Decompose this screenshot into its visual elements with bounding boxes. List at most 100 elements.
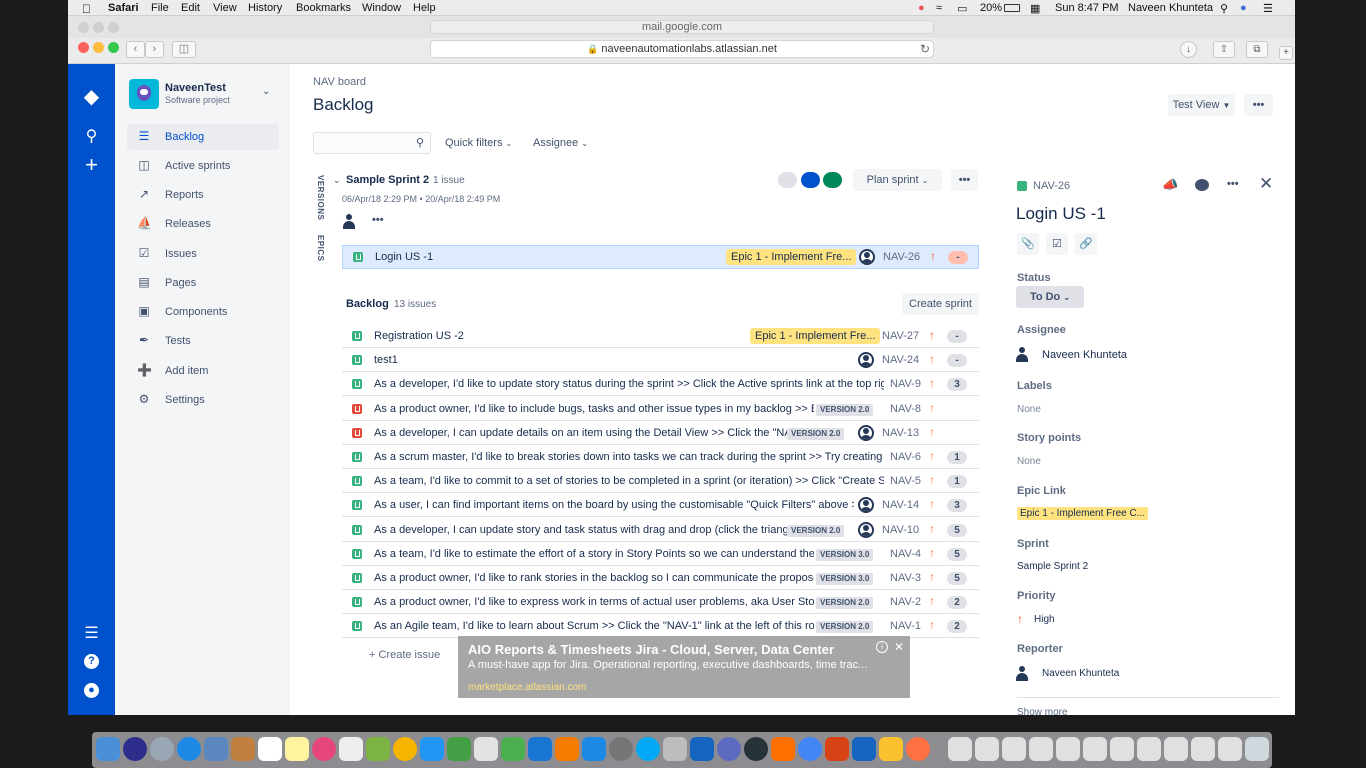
skype-icon[interactable] [636, 737, 660, 761]
sprint-value[interactable]: Sample Sprint 2 [1017, 561, 1088, 572]
detail-title[interactable]: Login US -1 [1016, 204, 1106, 224]
window-zoom-icon[interactable] [108, 42, 119, 53]
backlog-issue-row[interactable]: As a team, I'd like to commit to a set o… [342, 470, 979, 494]
chrome-icon[interactable] [798, 737, 822, 761]
finder-icon[interactable] [96, 737, 120, 761]
reminders-icon[interactable] [339, 737, 363, 761]
project-name[interactable]: NaveenTest [165, 82, 226, 94]
battery-percent[interactable]: 20% [980, 2, 1002, 14]
menu-history[interactable]: History [248, 2, 282, 14]
window-close-icon[interactable] [78, 42, 89, 53]
siri-icon[interactable] [123, 737, 147, 761]
watch-eye-icon[interactable] [1195, 179, 1209, 191]
url-bar[interactable]: 🔒 naveenautomationlabs.atlassian.net [430, 40, 934, 58]
sprint-assignee-avatar[interactable] [343, 213, 360, 230]
quick-filters-button[interactable]: Quick filters ⌄ [445, 137, 512, 149]
backlog-issue-row[interactable]: As a developer, I can update story and t… [342, 518, 979, 542]
books-icon[interactable] [555, 737, 579, 761]
profile-icon[interactable]: ● [68, 682, 115, 698]
apple-icon[interactable]:  [82, 2, 91, 16]
pages-icon[interactable] [474, 737, 498, 761]
notes-icon[interactable] [285, 737, 309, 761]
collapse-sprint-icon[interactable]: ⌄ [333, 175, 341, 186]
detail-issue-key[interactable]: NAV-26 [1033, 180, 1070, 192]
sidebar-item-reports[interactable]: ↗ Reports [127, 182, 279, 208]
version-lozenge[interactable]: VERSION 3.0 [816, 573, 874, 585]
forward-icon[interactable]: › [145, 41, 164, 58]
spotlight-icon[interactable]: ⚲ [1220, 2, 1228, 15]
ad-close-icon[interactable]: ✕ [894, 640, 904, 654]
downloads-icon[interactable]: ↓ [1180, 41, 1197, 58]
reload-icon[interactable]: ↻ [920, 42, 930, 56]
eclipse-icon[interactable] [744, 737, 768, 761]
issue-key[interactable]: NAV-10 [882, 524, 919, 536]
photos-icon[interactable] [393, 737, 417, 761]
backlog-issue-row[interactable]: As a developer, I'd like to update story… [342, 373, 979, 397]
create-sprint-button[interactable]: Create sprint [902, 293, 979, 315]
labels-value[interactable]: None [1017, 404, 1041, 415]
document-icon[interactable] [1164, 737, 1188, 761]
document-icon[interactable] [1110, 737, 1134, 761]
facetime-icon[interactable] [447, 737, 471, 761]
issue-key[interactable]: NAV-3 [890, 572, 921, 584]
ad-info-icon[interactable]: i [876, 641, 888, 653]
version-lozenge[interactable]: VERSION 2.0 [787, 524, 845, 537]
create-issue-button[interactable]: + Create issue [369, 649, 440, 661]
backlog-issue-row[interactable]: As a team, I'd like to estimate the effo… [342, 542, 979, 566]
backlog-issue-row[interactable]: As an Agile team, I'd like to learn abou… [342, 615, 979, 639]
project-avatar[interactable] [129, 79, 159, 109]
music-icon[interactable] [312, 737, 336, 761]
issue-key[interactable]: NAV-6 [890, 451, 921, 463]
tab-epics[interactable]: EPICS [316, 235, 325, 262]
app-store-icon[interactable] [582, 737, 606, 761]
flag-icon[interactable]: ▦ [1030, 2, 1040, 15]
version-lozenge[interactable]: VERSION 2.0 [787, 427, 845, 440]
issue-key[interactable]: NAV-2 [890, 596, 921, 608]
search-field[interactable] [318, 136, 406, 150]
assignee-filter-button[interactable]: Assignee ⌄ [533, 137, 588, 149]
backlog-issue-row[interactable]: As a developer, I can update details on … [342, 421, 979, 445]
issue-key[interactable]: NAV-26 [883, 251, 920, 263]
menu-icon[interactable]: ☰ [68, 623, 115, 643]
issue-key[interactable]: NAV-8 [890, 403, 921, 415]
backlog-issue-row[interactable]: test1 NAV-24 ↑ - [342, 349, 979, 373]
breadcrumb[interactable]: NAV board [313, 76, 366, 88]
messages-icon[interactable] [420, 737, 444, 761]
word-icon[interactable] [852, 737, 876, 761]
sidebar-item-issues[interactable]: ☑ Issues [127, 241, 279, 267]
launchpad-icon[interactable] [150, 737, 174, 761]
epic-link-lozenge[interactable]: Epic 1 - Implement Free C... [1017, 507, 1149, 520]
view-button[interactable]: Test View ▼ [1168, 94, 1235, 116]
issue-key[interactable]: NAV-1 [890, 620, 921, 632]
menu-safari[interactable]: Safari [108, 2, 139, 14]
reporter-value[interactable]: Naveen Khunteta [1042, 668, 1119, 679]
sprint-more-icon[interactable]: ••• [372, 214, 384, 226]
issue-key[interactable]: NAV-9 [890, 378, 921, 390]
tabs-icon[interactable]: ⧉ [1246, 41, 1268, 58]
header-more-button[interactable]: ••• [1244, 94, 1273, 116]
sidebar-item-pages[interactable]: ▤ Pages [127, 270, 279, 296]
sidebar-item-settings[interactable]: ⚙ Settings [127, 387, 279, 413]
detail-more-icon[interactable]: ••• [1227, 178, 1239, 190]
airplay-icon[interactable]: ▭ [957, 2, 967, 15]
issue-key[interactable]: NAV-14 [882, 499, 919, 511]
create-icon[interactable]: + [68, 152, 115, 178]
assignee-value[interactable]: Naveen Khunteta [1042, 349, 1127, 361]
version-lozenge[interactable]: VERSION 2.0 [816, 597, 874, 610]
document-icon[interactable] [1218, 737, 1242, 761]
outlook-icon[interactable] [690, 737, 714, 761]
sidebar-toggle-icon[interactable]: ◫ [172, 41, 196, 58]
ad-title[interactable]: AIO Reports & Timesheets Jira - Cloud, S… [468, 642, 834, 657]
attach-icon[interactable]: 📎 [1017, 233, 1039, 255]
status-app-icon[interactable]: ● [918, 2, 925, 14]
issue-key[interactable]: NAV-4 [890, 548, 921, 560]
clock[interactable]: Sun 8:47 PM [1055, 2, 1119, 14]
document-icon[interactable] [1029, 737, 1053, 761]
document-icon[interactable] [1056, 737, 1080, 761]
back-icon[interactable]: ‹ [126, 41, 145, 58]
tab-versions[interactable]: VERSIONS [316, 175, 325, 220]
epic-lozenge[interactable]: Epic 1 - Implement Fre... [750, 328, 881, 344]
app-icon[interactable] [906, 737, 930, 761]
close-icon[interactable]: ✕ [1259, 174, 1273, 194]
backlog-issue-row[interactable]: Registration US -2 Epic 1 - Implement Fre… [342, 325, 979, 348]
